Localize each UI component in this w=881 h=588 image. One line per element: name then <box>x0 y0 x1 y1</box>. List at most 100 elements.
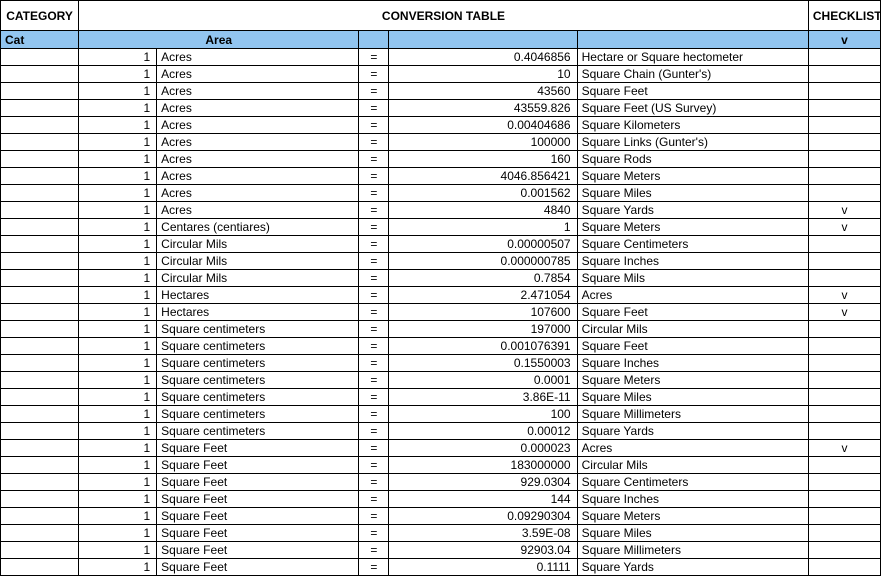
cell-qty[interactable]: 1 <box>79 83 157 100</box>
cell-qty[interactable]: 1 <box>79 389 157 406</box>
cell-qty[interactable]: 1 <box>79 270 157 287</box>
cell-to-unit[interactable]: Acres <box>577 440 808 457</box>
cell-value[interactable]: 3.59E-08 <box>389 525 577 542</box>
cell-qty[interactable]: 1 <box>79 253 157 270</box>
cell-from-unit[interactable]: Square Feet <box>157 525 359 542</box>
cell-to-unit[interactable]: Circular Mils <box>577 457 808 474</box>
cell-checklist[interactable] <box>808 100 880 117</box>
cell-category[interactable] <box>1 100 79 117</box>
cell-qty[interactable]: 1 <box>79 355 157 372</box>
cell-qty[interactable]: 1 <box>79 236 157 253</box>
cell-checklist[interactable]: v <box>808 287 880 304</box>
cell-category[interactable] <box>1 559 79 576</box>
cell-from-unit[interactable]: Square Feet <box>157 457 359 474</box>
cell-qty[interactable]: 1 <box>79 168 157 185</box>
cell-value[interactable]: 0.00000507 <box>389 236 577 253</box>
cell-category[interactable] <box>1 219 79 236</box>
cell-to-unit[interactable]: Square Chain (Gunter's) <box>577 66 808 83</box>
cell-to-unit[interactable]: Square Mils <box>577 270 808 287</box>
cell-equals[interactable]: = <box>359 559 389 576</box>
cell-checklist[interactable] <box>808 508 880 525</box>
cell-category[interactable] <box>1 372 79 389</box>
cell-from-unit[interactable]: Acres <box>157 49 359 66</box>
cell-qty[interactable]: 1 <box>79 49 157 66</box>
cell-from-unit[interactable]: Square Feet <box>157 542 359 559</box>
cell-equals[interactable]: = <box>359 253 389 270</box>
cell-checklist[interactable] <box>808 83 880 100</box>
cell-category[interactable] <box>1 491 79 508</box>
cell-category[interactable] <box>1 185 79 202</box>
cell-to-unit[interactable]: Square Inches <box>577 355 808 372</box>
cell-checklist[interactable]: v <box>808 440 880 457</box>
cell-category[interactable] <box>1 542 79 559</box>
cell-category[interactable] <box>1 83 79 100</box>
cell-value[interactable]: 0.001076391 <box>389 338 577 355</box>
cell-value[interactable]: 0.4046856 <box>389 49 577 66</box>
cell-category[interactable] <box>1 270 79 287</box>
cell-from-unit[interactable]: Square centimeters <box>157 406 359 423</box>
cell-value[interactable]: 0.00404686 <box>389 117 577 134</box>
cell-category[interactable] <box>1 49 79 66</box>
cell-equals[interactable]: = <box>359 287 389 304</box>
cell-checklist[interactable] <box>808 270 880 287</box>
cell-from-unit[interactable]: Square centimeters <box>157 338 359 355</box>
cell-qty[interactable]: 1 <box>79 457 157 474</box>
cell-from-unit[interactable]: Square Feet <box>157 508 359 525</box>
cell-qty[interactable]: 1 <box>79 304 157 321</box>
cell-checklist[interactable]: v <box>808 304 880 321</box>
cell-category[interactable] <box>1 525 79 542</box>
cell-qty[interactable]: 1 <box>79 338 157 355</box>
cell-qty[interactable]: 1 <box>79 219 157 236</box>
cell-equals[interactable]: = <box>359 49 389 66</box>
cell-to-unit[interactable]: Square Yards <box>577 423 808 440</box>
cell-value[interactable]: 100000 <box>389 134 577 151</box>
cell-checklist[interactable] <box>808 474 880 491</box>
cell-equals[interactable]: = <box>359 542 389 559</box>
cell-to-unit[interactable]: Hectare or Square hectometer <box>577 49 808 66</box>
cell-equals[interactable]: = <box>359 219 389 236</box>
cell-from-unit[interactable]: Circular Mils <box>157 270 359 287</box>
cell-equals[interactable]: = <box>359 406 389 423</box>
cell-to-unit[interactable]: Square Kilometers <box>577 117 808 134</box>
cell-equals[interactable]: = <box>359 457 389 474</box>
cell-checklist[interactable] <box>808 355 880 372</box>
cell-value[interactable]: 0.0001 <box>389 372 577 389</box>
cell-qty[interactable]: 1 <box>79 440 157 457</box>
cell-from-unit[interactable]: Acres <box>157 168 359 185</box>
cell-value[interactable]: 0.000000785 <box>389 253 577 270</box>
cell-equals[interactable]: = <box>359 321 389 338</box>
cell-equals[interactable]: = <box>359 491 389 508</box>
cell-from-unit[interactable]: Square centimeters <box>157 389 359 406</box>
cell-category[interactable] <box>1 474 79 491</box>
cell-from-unit[interactable]: Centares (centiares) <box>157 219 359 236</box>
cell-from-unit[interactable]: Square Feet <box>157 440 359 457</box>
cell-equals[interactable]: = <box>359 151 389 168</box>
cell-to-unit[interactable]: Square Yards <box>577 559 808 576</box>
cell-equals[interactable]: = <box>359 66 389 83</box>
cell-value[interactable]: 0.000023 <box>389 440 577 457</box>
cell-category[interactable] <box>1 338 79 355</box>
cell-to-unit[interactable]: Square Millimeters <box>577 406 808 423</box>
cell-equals[interactable]: = <box>359 372 389 389</box>
cell-from-unit[interactable]: Square centimeters <box>157 372 359 389</box>
cell-qty[interactable]: 1 <box>79 491 157 508</box>
cell-equals[interactable]: = <box>359 202 389 219</box>
cell-qty[interactable]: 1 <box>79 542 157 559</box>
cell-from-unit[interactable]: Square centimeters <box>157 355 359 372</box>
cell-value[interactable]: 144 <box>389 491 577 508</box>
cell-category[interactable] <box>1 236 79 253</box>
cell-value[interactable]: 1 <box>389 219 577 236</box>
cell-value[interactable]: 4046.856421 <box>389 168 577 185</box>
cell-category[interactable] <box>1 66 79 83</box>
cell-category[interactable] <box>1 440 79 457</box>
cell-to-unit[interactable]: Acres <box>577 287 808 304</box>
cell-value[interactable]: 929.0304 <box>389 474 577 491</box>
cell-category[interactable] <box>1 117 79 134</box>
cell-equals[interactable]: = <box>359 117 389 134</box>
cell-checklist[interactable] <box>808 372 880 389</box>
cell-equals[interactable]: = <box>359 168 389 185</box>
cell-to-unit[interactable]: Square Meters <box>577 219 808 236</box>
cell-checklist[interactable] <box>808 491 880 508</box>
cell-qty[interactable]: 1 <box>79 202 157 219</box>
cell-checklist[interactable] <box>808 253 880 270</box>
